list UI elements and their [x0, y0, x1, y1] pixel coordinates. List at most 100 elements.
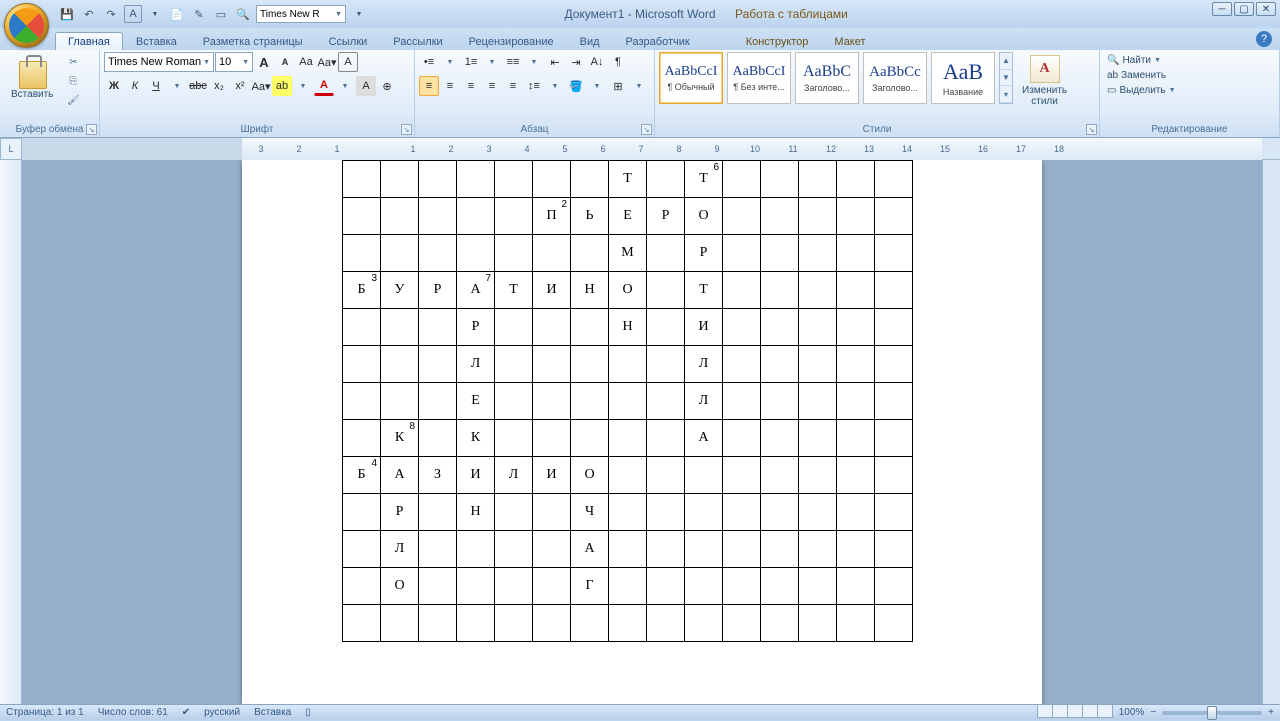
- cell[interactable]: Н: [571, 272, 609, 309]
- cell[interactable]: [457, 605, 495, 642]
- tab-view[interactable]: Вид: [567, 32, 613, 50]
- cell[interactable]: [419, 235, 457, 272]
- cell[interactable]: [723, 309, 761, 346]
- distributed-button[interactable]: ≡: [503, 76, 523, 96]
- cell[interactable]: [381, 235, 419, 272]
- subscript-button[interactable]: x₂: [209, 76, 229, 96]
- page[interactable]: Т6Т2ПЬЕРОМР3БУР7АТИНОТРНИЛЛЕЛ8ККА4БАЗИЛИ…: [242, 160, 1042, 704]
- cell[interactable]: [533, 161, 571, 198]
- tab-insert[interactable]: Вставка: [123, 32, 190, 50]
- cell[interactable]: [571, 383, 609, 420]
- clear-format-button[interactable]: Aa: [296, 52, 316, 72]
- cell[interactable]: [343, 235, 381, 272]
- cell[interactable]: [381, 605, 419, 642]
- cell[interactable]: [875, 568, 913, 605]
- style-gallery-scroll[interactable]: ▲▼▾: [999, 52, 1013, 104]
- style-h1[interactable]: AaBbCЗаголово...: [795, 52, 859, 104]
- style-normal[interactable]: AaBbCcI¶ Обычный: [659, 52, 723, 104]
- cell[interactable]: Т: [609, 161, 647, 198]
- qat-page-icon[interactable]: ▭: [212, 5, 230, 23]
- cell[interactable]: [799, 235, 837, 272]
- cell[interactable]: 2П: [533, 198, 571, 235]
- tab-references[interactable]: Ссылки: [316, 32, 381, 50]
- cell[interactable]: О: [571, 457, 609, 494]
- cell[interactable]: [381, 383, 419, 420]
- multilevel-chevron-icon[interactable]: ▼: [524, 52, 544, 72]
- cell[interactable]: [761, 383, 799, 420]
- cell[interactable]: [875, 198, 913, 235]
- cell[interactable]: [723, 161, 761, 198]
- cell[interactable]: [609, 457, 647, 494]
- replace-button[interactable]: abЗаменить: [1104, 69, 1169, 82]
- tab-layout[interactable]: Макет: [821, 32, 878, 50]
- line-spacing-button[interactable]: ↕≡: [524, 76, 544, 96]
- cell[interactable]: [343, 568, 381, 605]
- change-styles-button[interactable]: A Изменить стили: [1015, 52, 1074, 110]
- cell[interactable]: [647, 383, 685, 420]
- cell[interactable]: [799, 568, 837, 605]
- enclose-button[interactable]: ⊕: [377, 76, 397, 96]
- cell[interactable]: [647, 420, 685, 457]
- cell[interactable]: [647, 309, 685, 346]
- borders-chevron-icon[interactable]: ▼: [629, 76, 649, 96]
- cell[interactable]: [419, 346, 457, 383]
- cell[interactable]: [495, 494, 533, 531]
- font-color-chevron-icon[interactable]: ▼: [335, 76, 355, 96]
- cell[interactable]: [343, 346, 381, 383]
- cell[interactable]: [647, 272, 685, 309]
- cell[interactable]: [761, 235, 799, 272]
- cell[interactable]: [799, 346, 837, 383]
- cell[interactable]: [799, 272, 837, 309]
- dec-indent-button[interactable]: ⇤: [545, 52, 565, 72]
- cell[interactable]: [837, 309, 875, 346]
- shrink-font-button[interactable]: A: [275, 52, 295, 72]
- cell[interactable]: [381, 309, 419, 346]
- cell[interactable]: [571, 346, 609, 383]
- cell[interactable]: А: [685, 420, 723, 457]
- font-dialog-launcher[interactable]: ↘: [401, 124, 412, 135]
- cell[interactable]: Т: [495, 272, 533, 309]
- cell[interactable]: [723, 420, 761, 457]
- cell[interactable]: [875, 457, 913, 494]
- cell[interactable]: 4Б: [343, 457, 381, 494]
- cell[interactable]: [609, 383, 647, 420]
- align-left-button[interactable]: ≡: [419, 76, 439, 96]
- cell[interactable]: [875, 161, 913, 198]
- cell[interactable]: [419, 383, 457, 420]
- minimize-button[interactable]: ─: [1212, 2, 1232, 16]
- cell[interactable]: [495, 605, 533, 642]
- underline-button[interactable]: Ч: [146, 76, 166, 96]
- cell[interactable]: [571, 161, 609, 198]
- cell[interactable]: [799, 605, 837, 642]
- horizontal-ruler[interactable]: 321123456789101112131415161718: [22, 138, 1262, 160]
- inc-indent-button[interactable]: ⇥: [566, 52, 586, 72]
- cell[interactable]: [343, 309, 381, 346]
- cell[interactable]: [457, 198, 495, 235]
- cell[interactable]: [609, 346, 647, 383]
- cell[interactable]: [761, 420, 799, 457]
- cell[interactable]: Г: [571, 568, 609, 605]
- font-name-select[interactable]: Times New Roman▼: [104, 52, 214, 72]
- cell[interactable]: И: [457, 457, 495, 494]
- cell[interactable]: [419, 605, 457, 642]
- cell[interactable]: [799, 420, 837, 457]
- redo-icon[interactable]: ↷: [102, 5, 120, 23]
- cell[interactable]: [837, 198, 875, 235]
- maximize-button[interactable]: ▢: [1234, 2, 1254, 16]
- numbering-button[interactable]: 1≡: [461, 52, 481, 72]
- align-right-button[interactable]: ≡: [461, 76, 481, 96]
- cell[interactable]: [875, 605, 913, 642]
- cell[interactable]: Т: [685, 272, 723, 309]
- cell[interactable]: [495, 383, 533, 420]
- print-preview-icon[interactable]: 🔍: [234, 5, 252, 23]
- cut-icon[interactable]: ✂: [64, 54, 82, 70]
- cell[interactable]: И: [533, 272, 571, 309]
- cell[interactable]: [837, 235, 875, 272]
- cell[interactable]: [419, 568, 457, 605]
- char-shading-button[interactable]: A: [356, 76, 376, 96]
- select-button[interactable]: ▭Выделить ▼: [1104, 84, 1179, 97]
- cell[interactable]: [685, 605, 723, 642]
- cell[interactable]: [837, 346, 875, 383]
- cell[interactable]: [685, 457, 723, 494]
- cell[interactable]: [647, 568, 685, 605]
